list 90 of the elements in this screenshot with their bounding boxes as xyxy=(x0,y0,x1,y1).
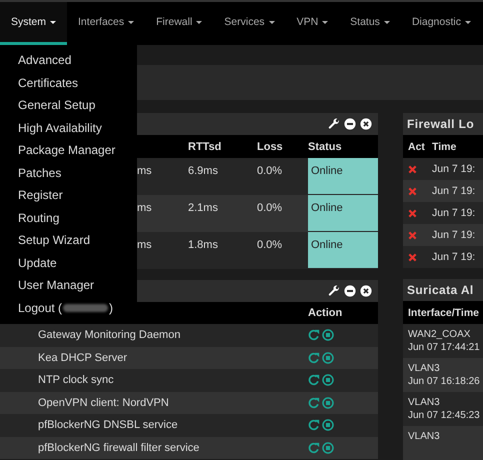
menu-item[interactable]: User Manager xyxy=(0,277,137,300)
block-icon xyxy=(408,230,417,240)
table-cell-text: 2.1ms xyxy=(188,201,219,216)
stop-icon[interactable] xyxy=(322,352,334,364)
caret-icon xyxy=(268,20,275,24)
caret-icon xyxy=(196,20,202,24)
table-cell-text: pfBlockerNG DNSBL service xyxy=(37,419,179,432)
menu-item[interactable]: Setup Wizard xyxy=(0,232,137,254)
block-icon xyxy=(408,186,417,196)
nav-tab[interactable]: Diagnostic xyxy=(400,2,482,45)
panel-header: Suricata Al xyxy=(403,279,483,301)
menu-item[interactable]: Routing xyxy=(0,210,137,232)
table-cell-text: ms xyxy=(137,164,153,179)
table-cell: Jun 07 17:44:21 xyxy=(408,341,480,354)
caret-icon xyxy=(384,20,390,24)
caret-icon xyxy=(464,20,471,24)
column-header: Interface/Time xyxy=(408,306,480,318)
table-cell-text: ms xyxy=(137,238,153,253)
column-header: Time xyxy=(432,140,456,152)
restart-icon[interactable] xyxy=(308,329,320,342)
column-header: RTTsd xyxy=(188,140,222,154)
menu-item[interactable]: Register xyxy=(0,187,137,210)
stop-icon[interactable] xyxy=(322,419,334,432)
nav-tab[interactable]: Services xyxy=(213,2,286,45)
column-header: Loss xyxy=(257,140,284,154)
restart-icon[interactable] xyxy=(308,396,320,409)
table-cell-text: pfBlockerNG firewall filter service xyxy=(37,442,200,454)
stop-icon[interactable] xyxy=(322,396,334,409)
table-cell: Jun 7 19: xyxy=(432,229,476,241)
menu-item[interactable]: Advanced xyxy=(0,52,137,74)
caret-icon xyxy=(50,20,56,24)
block-icon xyxy=(408,252,417,262)
table-cell-text: OpenVPN client: NordVPN xyxy=(37,396,170,409)
table-cell: Jun 07 12:45:23 xyxy=(408,409,480,422)
table-cell-text: NTP clock sync xyxy=(37,374,115,386)
redacted-text xyxy=(63,304,108,312)
menu-item[interactable]: Package Manager xyxy=(0,142,137,164)
table-cell: Jun 07 16:18:26 xyxy=(408,375,480,388)
table-cell-text: ms xyxy=(137,201,153,216)
minimize-icon[interactable] xyxy=(344,285,356,297)
status-cell: Online xyxy=(308,195,378,232)
table-cell-text: VLAN3 xyxy=(408,362,441,375)
menu-item[interactable]: Certificates xyxy=(0,74,137,97)
restart-icon[interactable] xyxy=(308,419,320,432)
menu-item[interactable]: Update xyxy=(0,254,137,277)
stop-icon[interactable] xyxy=(322,442,334,454)
table-cell-text: 6.9ms xyxy=(188,164,219,179)
block-icon xyxy=(408,208,417,218)
caret-icon xyxy=(322,20,328,24)
table-cell: Jun 7 19: xyxy=(432,207,476,219)
menu-item[interactable]: Patches xyxy=(0,164,137,187)
wrench-icon[interactable] xyxy=(328,118,340,130)
panel-header: Firewall Lo xyxy=(403,113,483,135)
column-header: Act xyxy=(408,140,426,152)
close-icon[interactable] xyxy=(360,285,372,297)
table-cell: Jun 7 19: xyxy=(432,185,476,197)
menu-item[interactable]: General Setup xyxy=(0,97,137,120)
table-cell-text: Kea DHCP Server xyxy=(37,352,128,364)
nav-tab[interactable]: Firewall xyxy=(145,2,214,45)
nav-tab[interactable]: Status xyxy=(339,2,401,45)
restart-icon[interactable] xyxy=(308,374,320,386)
table-cell-text: VLAN3 xyxy=(408,396,441,409)
table-cell: Jun 7 19: xyxy=(432,163,476,175)
nav-tab[interactable]: Interfaces xyxy=(67,2,146,45)
block-icon xyxy=(408,164,417,174)
column-header: Status xyxy=(308,140,343,154)
table-cell-text: 0.0% xyxy=(257,164,284,179)
nav-tab[interactable]: System xyxy=(0,2,68,45)
menu-item[interactable]: ) xyxy=(109,300,114,314)
table-cell-text: 0.0% xyxy=(257,238,284,253)
caret-icon xyxy=(128,20,134,24)
wrench-icon[interactable] xyxy=(328,285,340,297)
table-cell: Jun 7 19: xyxy=(432,251,476,263)
restart-icon[interactable] xyxy=(308,442,320,454)
minimize-icon[interactable] xyxy=(344,118,356,130)
table-cell-text: WAN2_COAX xyxy=(408,328,472,341)
status-cell: Online xyxy=(308,158,378,195)
nav-tab[interactable]: VPN xyxy=(286,2,340,45)
table-cell-text: VLAN3 xyxy=(408,430,441,443)
menu-item[interactable]: Logout ( xyxy=(18,300,62,314)
stop-icon[interactable] xyxy=(322,374,334,386)
status-cell: Online xyxy=(308,232,378,269)
table-cell-text: 1.8ms xyxy=(188,238,219,253)
restart-icon[interactable] xyxy=(308,352,320,364)
table-cell-text: Gateway Monitoring Daemon xyxy=(37,329,182,342)
menu-item[interactable]: High Availability xyxy=(0,120,137,142)
table-cell-text: 0.0% xyxy=(257,201,284,216)
column-header: Action xyxy=(308,307,342,319)
close-icon[interactable] xyxy=(360,118,372,130)
stop-icon[interactable] xyxy=(322,329,334,342)
